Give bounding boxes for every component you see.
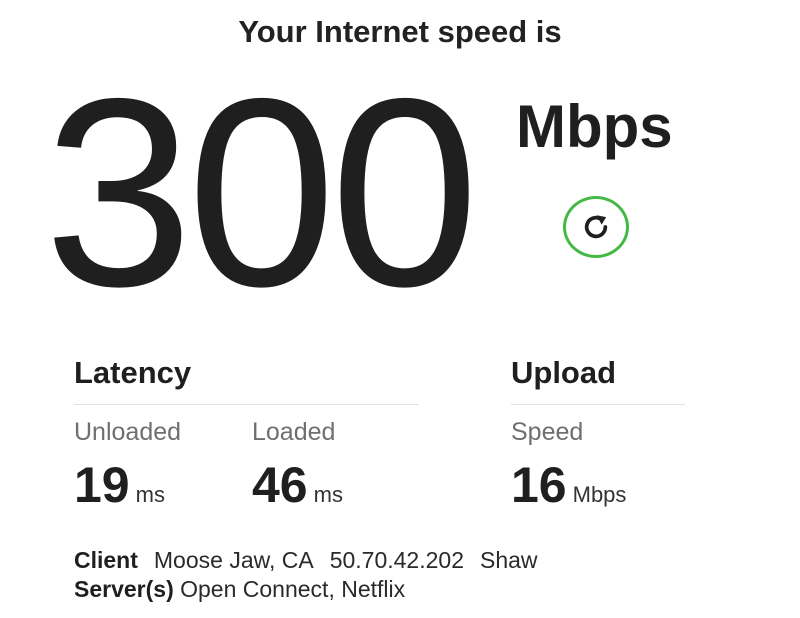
upload-speed-metric: 16 Mbps: [511, 456, 626, 514]
server-value: Open Connect, Netflix: [180, 576, 406, 602]
unloaded-metric: 19 ms: [74, 456, 165, 514]
server-label: Server(s): [74, 576, 174, 602]
unloaded-unit: ms: [135, 482, 165, 507]
upload-speed-unit: Mbps: [572, 482, 627, 507]
loaded-value: 46: [252, 457, 308, 513]
upload-speed-value: 16: [511, 457, 567, 513]
server-info: Server(s) Open Connect, Netflix: [74, 576, 405, 603]
refresh-icon: [584, 215, 608, 239]
client-isp: Shaw: [479, 547, 538, 573]
refresh-button[interactable]: [563, 196, 629, 258]
download-speed-value: 300: [44, 42, 479, 342]
client-label: Client: [74, 547, 138, 573]
unloaded-value: 19: [74, 457, 130, 513]
upload-title: Upload: [511, 355, 617, 390]
latency-title: Latency: [74, 355, 192, 390]
client-ip: 50.70.42.202: [329, 547, 464, 573]
latency-divider: [74, 404, 419, 405]
upload-speed-label: Speed: [511, 418, 584, 446]
unloaded-label: Unloaded: [74, 418, 182, 446]
client-location: Moose Jaw, CA: [153, 547, 314, 573]
download-speed-unit: Mbps: [516, 93, 673, 160]
upload-divider: [511, 404, 685, 405]
loaded-metric: 46 ms: [252, 456, 343, 514]
loaded-unit: ms: [313, 482, 343, 507]
client-info: Client Moose Jaw, CA 50.70.42.202 Shaw: [74, 547, 538, 574]
loaded-label: Loaded: [252, 418, 336, 446]
